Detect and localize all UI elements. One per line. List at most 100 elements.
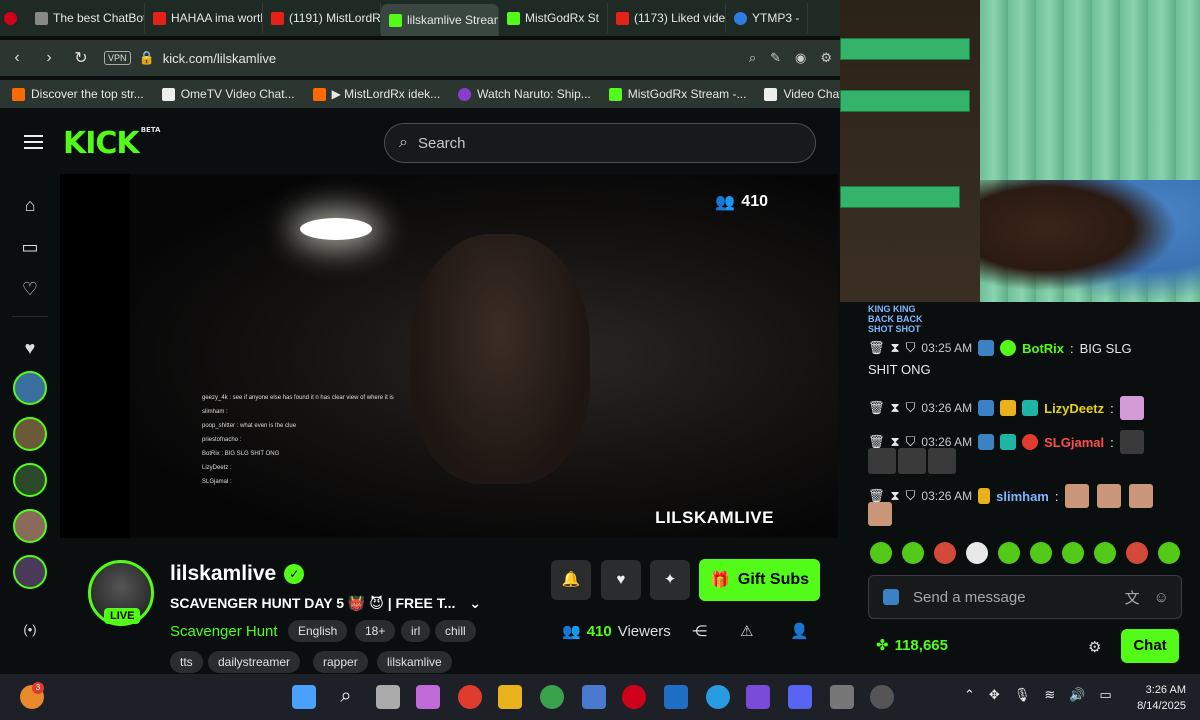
channel-avatar[interactable] — [13, 417, 47, 451]
chat-username[interactable]: BotRix — [1022, 341, 1064, 356]
channel-points[interactable]: ✤ 118,665 — [876, 636, 948, 655]
bookmark-mistgodrx[interactable]: MistGodRx Stream -... — [608, 87, 746, 101]
trash-icon[interactable]: 🗑 — [868, 340, 885, 356]
channel-avatar[interactable] — [13, 555, 47, 589]
zoom-icon[interactable]: ⌕ — [749, 50, 756, 66]
tag-irl[interactable]: irl — [401, 620, 431, 642]
translate-icon[interactable]: 文 — [1125, 587, 1140, 608]
follow-button[interactable]: ♥ — [601, 560, 641, 600]
volume-icon[interactable]: 🔊 — [1069, 687, 1085, 703]
emote-quick[interactable] — [870, 542, 892, 564]
channel-avatar[interactable] — [13, 509, 47, 543]
start-icon[interactable] — [292, 685, 316, 709]
chevron-down-icon[interactable]: ⌄ — [469, 595, 481, 611]
shield-icon[interactable]: ⛉ — [906, 340, 916, 356]
gear-icon[interactable]: ⚙ — [1088, 638, 1101, 656]
browse-icon[interactable]: ▭ — [19, 236, 41, 258]
forward-icon[interactable]: › — [40, 49, 58, 67]
camera-icon[interactable]: ◉ — [795, 50, 806, 66]
task-view-icon[interactable] — [376, 685, 400, 709]
bookmark-discover[interactable]: Discover the top str... — [12, 87, 144, 101]
tag-english[interactable]: English — [288, 620, 348, 642]
outlook-icon[interactable] — [664, 685, 688, 709]
tab-hahaa[interactable]: HAHAA ima worth — [145, 3, 263, 33]
opera-gx-icon[interactable] — [622, 685, 646, 709]
menu-icon[interactable] — [24, 135, 43, 149]
bookmark-ometv-2[interactable]: Video Chat OmeTV... — [764, 87, 840, 101]
emote-quick[interactable] — [966, 542, 988, 564]
search-input[interactable]: ⌕ Search — [384, 123, 816, 163]
reload-icon[interactable]: ↻ — [72, 48, 90, 68]
home-icon[interactable]: ⌂ — [19, 194, 41, 216]
obs-icon[interactable] — [870, 685, 894, 709]
trash-icon[interactable]: 🗑 — [868, 400, 885, 416]
notification-bell-button[interactable]: 🔔 — [551, 560, 591, 600]
streamer-name[interactable]: lilskamlive ✓ — [170, 562, 305, 586]
chat-message[interactable]: 🗑 ⧗ ⛉ 03:26 AM slimham: — [868, 484, 1155, 508]
search-icon[interactable]: ⌕ — [334, 685, 358, 709]
tab-liked-videos[interactable]: (1173) Liked videc — [608, 3, 727, 33]
emote-quick[interactable] — [1126, 542, 1148, 564]
camera-icon[interactable] — [830, 685, 854, 709]
channel-avatar[interactable] — [13, 371, 47, 405]
battery-icon[interactable]: ▭ — [1099, 687, 1111, 703]
tab-ytmp3[interactable]: YTMP3 - — [726, 3, 809, 33]
url-field[interactable]: VPN 🔒 kick.com/lilskamlive — [104, 44, 735, 72]
chat-username[interactable]: slimham — [996, 489, 1049, 504]
chevron-up-icon[interactable]: ⌃ — [964, 687, 975, 703]
emote-quick[interactable] — [1062, 542, 1084, 564]
tag-dailystreamer[interactable]: dailystreamer — [208, 651, 301, 673]
clock[interactable]: 3:26 AM 8/14/2025 — [1137, 682, 1186, 714]
copilot-icon[interactable] — [416, 685, 440, 709]
add-friend-icon[interactable]: 👤 — [790, 622, 809, 640]
chat-username[interactable]: SLGjamal — [1044, 435, 1104, 450]
opera-icon[interactable] — [4, 11, 17, 25]
discord-icon[interactable] — [788, 685, 812, 709]
chat-message[interactable]: 🗑 ⧗ ⛉ 03:25 AM BotRix: BIG SLG — [868, 340, 1132, 356]
sparkle-button[interactable]: ✦ — [650, 560, 690, 600]
emote-quick[interactable] — [1030, 542, 1052, 564]
microphone-icon[interactable]: 🎙 — [1014, 687, 1031, 703]
back-icon[interactable]: ‹ — [8, 49, 26, 67]
edge-icon[interactable] — [706, 685, 730, 709]
tag-chill[interactable]: chill — [435, 620, 476, 642]
tag-rapper[interactable]: rapper — [313, 651, 368, 673]
tray-app-icon[interactable]: ✥ — [989, 687, 1000, 703]
timeout-icon[interactable]: ⧗ — [891, 340, 900, 356]
share-icon[interactable]: ⋲ — [692, 622, 707, 640]
emote-quick[interactable] — [998, 542, 1020, 564]
bookmark-ometv[interactable]: OmeTV Video Chat... — [161, 87, 295, 101]
edit-icon[interactable]: ✎ — [770, 50, 781, 66]
following-icon[interactable]: ♡ — [19, 278, 41, 300]
chat-message[interactable]: 🗑 ⧗ ⛉ 03:26 AM LizyDeetz: — [868, 396, 1146, 420]
tag-tts[interactable]: tts — [170, 651, 203, 673]
video-player[interactable]: geezy_4k : see if anyone else has found … — [60, 174, 838, 538]
timeout-icon[interactable]: ⧗ — [891, 400, 900, 416]
bookmark-mistlordrx[interactable]: ▶ MistLordRx idek... — [312, 87, 440, 101]
bookmark-naruto[interactable]: Watch Naruto: Ship... — [458, 87, 591, 101]
vpn-badge[interactable]: VPN — [104, 51, 131, 65]
kick-logo[interactable]: KICK BETA — [63, 126, 160, 161]
chrome-icon[interactable] — [540, 685, 564, 709]
wifi-icon[interactable]: ≋ — [1044, 687, 1055, 703]
tag-lilskamlive[interactable]: lilskamlive — [377, 651, 452, 673]
chat-input[interactable]: Send a message 文 ☺ — [868, 575, 1182, 619]
emoji-icon[interactable]: ☺ — [1154, 589, 1169, 606]
chat-send-button[interactable]: Chat — [1121, 629, 1179, 663]
tab-mistgodrx[interactable]: MistGodRx St — [499, 3, 609, 33]
tag-18plus[interactable]: 18+ — [355, 620, 396, 642]
tab-lilskamlive[interactable]: lilskamlive Stream - W — [381, 4, 499, 36]
settings-icon[interactable]: ⚙ — [820, 50, 832, 66]
gift-subs-button[interactable]: 🎁 Gift Subs — [699, 559, 820, 601]
emote-quick[interactable] — [1094, 542, 1116, 564]
file-explorer-icon[interactable] — [498, 685, 522, 709]
channel-avatar[interactable] — [13, 463, 47, 497]
emote-quick[interactable] — [934, 542, 956, 564]
emote-quick[interactable] — [1158, 542, 1180, 564]
stream-category[interactable]: Scavenger Hunt — [170, 623, 278, 640]
shield-icon[interactable]: ⛉ — [906, 488, 916, 504]
store-icon[interactable] — [582, 685, 606, 709]
shield-icon[interactable]: ⛉ — [906, 400, 916, 416]
emote-quick[interactable] — [902, 542, 924, 564]
clipchamp-icon[interactable] — [746, 685, 770, 709]
